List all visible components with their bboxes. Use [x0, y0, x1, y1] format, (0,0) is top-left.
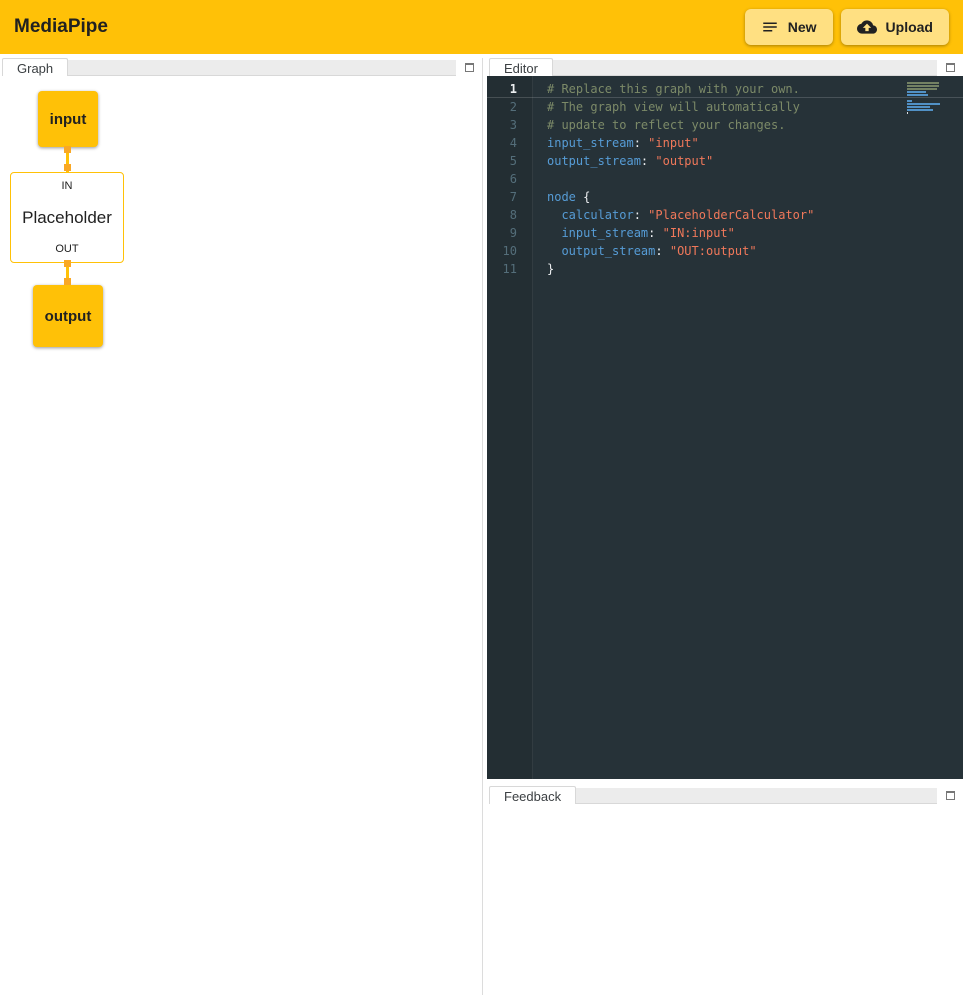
feedback-content	[487, 804, 963, 995]
placeholder-in-port-label: IN	[62, 180, 73, 192]
port-placeholder-in[interactable]	[64, 164, 71, 171]
editor-maximize-button[interactable]	[937, 58, 963, 76]
graph-panel-tabbar: Graph	[0, 58, 482, 76]
code-line-content: # update to reflect your changes.	[533, 116, 785, 134]
code-editor[interactable]: 1# Replace this graph with your own.2# T…	[487, 76, 963, 779]
graph-canvas[interactable]: input IN Placeholder OUT output	[0, 76, 482, 995]
maximize-icon	[465, 63, 474, 72]
code-line: 8 calculator: "PlaceholderCalculator"	[487, 206, 963, 224]
feedback-panel-tabbar: Feedback	[487, 786, 963, 804]
line-number: 10	[487, 242, 533, 260]
graph-node-output-label: output	[45, 308, 92, 325]
code-line-content: }	[533, 260, 554, 278]
code-line: 10 output_stream: "OUT:output"	[487, 242, 963, 260]
tab-editor-label: Editor	[504, 61, 538, 76]
code-line: 3# update to reflect your changes.	[487, 116, 963, 134]
code-lines: 1# Replace this graph with your own.2# T…	[487, 80, 963, 278]
line-number: 7	[487, 188, 533, 206]
graph-node-input-label: input	[50, 111, 87, 128]
code-line: 2# The graph view will automatically	[487, 98, 963, 116]
editor-panel: Editor 1# Replace this graph with your o…	[487, 58, 963, 779]
line-number: 6	[487, 170, 533, 188]
new-button[interactable]: New	[745, 9, 833, 45]
placeholder-node-label: Placeholder	[22, 208, 112, 228]
editor-tabbar-fill	[553, 60, 937, 76]
port-output-in[interactable]	[64, 278, 71, 285]
line-number: 9	[487, 224, 533, 242]
cloud-upload-icon	[857, 17, 877, 37]
code-line-content: # Replace this graph with your own.	[533, 80, 800, 98]
code-line: 7node {	[487, 188, 963, 206]
editor-panel-tabbar: Editor	[487, 58, 963, 76]
tab-editor[interactable]: Editor	[489, 58, 553, 76]
code-line-content: # The graph view will automatically	[533, 98, 800, 116]
code-line: 6	[487, 170, 963, 188]
code-line-content: node {	[533, 188, 590, 206]
upload-button-label: Upload	[886, 19, 933, 35]
placeholder-out-port-label: OUT	[55, 243, 78, 255]
code-line-content: output_stream: "OUT:output"	[533, 242, 757, 260]
line-number: 4	[487, 134, 533, 152]
menu-lines-icon	[761, 18, 779, 36]
feedback-panel: Feedback	[487, 786, 963, 995]
code-line-content: calculator: "PlaceholderCalculator"	[533, 206, 814, 224]
port-placeholder-out[interactable]	[64, 260, 71, 267]
app-header: MediaPipe New Upload	[0, 0, 963, 54]
tab-graph-label: Graph	[17, 61, 53, 76]
code-line: 5output_stream: "output"	[487, 152, 963, 170]
code-line-content: output_stream: "output"	[533, 152, 713, 170]
graph-tabbar-fill	[68, 60, 456, 76]
workspace: Graph input IN Placeholder OUT output	[0, 54, 963, 995]
code-line: 4input_stream: "input"	[487, 134, 963, 152]
code-line-content	[533, 170, 547, 188]
line-number: 5	[487, 152, 533, 170]
line-number: 8	[487, 206, 533, 224]
maximize-icon	[946, 791, 955, 800]
feedback-maximize-button[interactable]	[937, 786, 963, 804]
tab-feedback[interactable]: Feedback	[489, 786, 576, 804]
code-line: 11}	[487, 260, 963, 278]
upload-button[interactable]: Upload	[841, 9, 949, 45]
code-line: 1# Replace this graph with your own.	[487, 80, 963, 98]
minimap[interactable]	[907, 82, 945, 115]
tab-feedback-label: Feedback	[504, 789, 561, 804]
line-number: 1	[487, 80, 533, 98]
app-title: MediaPipe	[14, 16, 108, 38]
header-buttons: New Upload	[745, 9, 949, 45]
graph-panel: Graph input IN Placeholder OUT output	[0, 58, 483, 995]
line-number: 2	[487, 98, 533, 116]
tab-graph[interactable]: Graph	[2, 58, 68, 76]
new-button-label: New	[788, 19, 817, 35]
line-number: 3	[487, 116, 533, 134]
graph-maximize-button[interactable]	[456, 58, 482, 76]
graph-node-placeholder[interactable]: IN Placeholder OUT	[10, 172, 124, 263]
maximize-icon	[946, 63, 955, 72]
code-line-content: input_stream: "input"	[533, 134, 699, 152]
code-line: 9 input_stream: "IN:input"	[487, 224, 963, 242]
line-number: 11	[487, 260, 533, 278]
graph-node-input[interactable]: input	[38, 91, 98, 147]
code-line-content: input_stream: "IN:input"	[533, 224, 735, 242]
port-input-out[interactable]	[64, 146, 71, 153]
right-column: Editor 1# Replace this graph with your o…	[487, 58, 963, 995]
feedback-tabbar-fill	[576, 788, 937, 804]
graph-node-output[interactable]: output	[33, 285, 103, 347]
